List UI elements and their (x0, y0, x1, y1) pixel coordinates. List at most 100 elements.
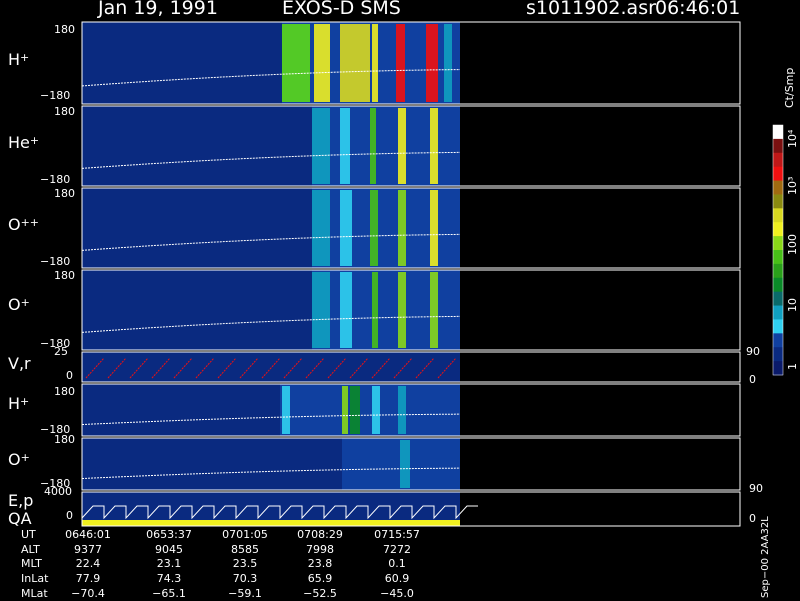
instrument-title: EXOS-D SMS (282, 0, 401, 19)
table-cell: −70.4 (71, 586, 105, 600)
panel-6-band-3 (350, 386, 360, 434)
panel-4-band-5 (430, 272, 438, 348)
colorbar-label-3: 100 (786, 234, 799, 255)
colorbar-segment-6 (773, 194, 783, 209)
panel-1-band-6 (426, 24, 438, 102)
table-cell: 8585 (231, 542, 259, 556)
table-row-name: InLat (21, 572, 49, 586)
table-cell: 0701:05 (222, 528, 268, 541)
table-cell: 0646:01 (65, 528, 111, 541)
table-row-name: MLT (21, 557, 42, 571)
colorbar-segment-1 (773, 125, 783, 140)
panel-2-ymax: 180 (54, 105, 75, 118)
panel-6-band-5 (398, 386, 406, 434)
panel-4-band-1 (312, 272, 330, 348)
footer-code: Sep−00 2AA32L (760, 516, 771, 598)
colorbar-segment-14 (773, 305, 783, 320)
table-cell: 0715:57 (374, 528, 420, 541)
panel-3-band-3 (370, 190, 378, 266)
colorbar-segment-11 (773, 263, 783, 279)
colorbar-segment-2 (773, 138, 783, 154)
panel-3-ymin: −180 (40, 255, 71, 268)
header-time: 06:46:01 (655, 0, 741, 19)
table-cell: 0708:29 (297, 528, 343, 541)
panel-4-band-3 (372, 272, 378, 348)
panel-4-band-2 (340, 272, 352, 348)
colorbar-segment-9 (773, 236, 783, 251)
colorbar-segment-10 (773, 250, 783, 265)
table-row-name: MLat (21, 586, 48, 600)
panel-1-band-4 (372, 24, 378, 102)
panel-7-band-2 (400, 440, 410, 488)
table-cell: −45.0 (380, 586, 414, 600)
table-cell: 0653:37 (146, 528, 192, 541)
table-cell: 77.9 (75, 572, 101, 586)
colorbar-label-2: 10³ (786, 176, 799, 195)
panel-3-band-2 (340, 190, 352, 266)
qa-label: QA (8, 509, 32, 528)
table-cell: 60.9 (384, 572, 410, 586)
panel-5-ymax: 25 (54, 345, 68, 358)
panel-5-label: V,r (8, 354, 31, 373)
panel-1-band-1 (282, 24, 310, 102)
panel-6-activity (280, 384, 460, 436)
table-cell: 23.8 (307, 557, 333, 571)
spectrogram-chart (81, 21, 784, 527)
table-cell: 70.3 (232, 572, 258, 586)
panel-8-ymax: 4000 (44, 485, 72, 498)
panel-8-right-bottom: 0 (749, 512, 756, 525)
panel-7-ymax: 180 (54, 433, 75, 446)
panel-2-band-2 (340, 108, 350, 184)
panel-5-right-top: 90 (746, 345, 760, 358)
panel-7-label: O+ (8, 450, 30, 469)
panel-3-label: O++ (8, 215, 40, 234)
colorbar-label-5: 1 (786, 363, 799, 370)
table-cell: 23.1 (156, 557, 182, 571)
panel-5-bg (82, 352, 460, 382)
panel-1-band-5 (396, 24, 405, 102)
panel-2-band-1 (312, 108, 330, 184)
colorbar-segment-15 (773, 319, 783, 334)
panel-1-ymax: 180 (54, 23, 75, 36)
table-row-name: UT (21, 528, 36, 541)
colorbar-label-1: 10⁴ (786, 129, 799, 148)
table-cell: −65.1 (152, 586, 186, 600)
table-cell: 7998 (306, 542, 334, 556)
colorbar-segment-5 (773, 180, 783, 195)
panel-1-label: H+ (8, 50, 30, 69)
panel-6-band-1 (282, 386, 290, 434)
table-cell: 7272 (383, 542, 411, 556)
panel-8-ymin: 0 (66, 509, 73, 522)
panel-6-ymax: 180 (54, 385, 75, 398)
table-cell: 23.5 (232, 557, 258, 571)
colorbar-segment-7 (773, 208, 783, 223)
panel-3-ymax: 180 (54, 187, 75, 200)
colorbar-segment-17 (773, 347, 783, 362)
table-cell: 9377 (74, 542, 102, 556)
panel-1-band-7 (444, 24, 452, 102)
table-cell: 0.1 (388, 557, 406, 571)
panel-2-band-5 (430, 108, 438, 184)
date-title: Jan 19, 1991 (98, 0, 218, 19)
panel-3-band-4 (398, 190, 406, 266)
panel-2-label: He+ (8, 133, 40, 152)
panel-2-ymin: −180 (40, 173, 71, 186)
colorbar-segment-3 (773, 152, 783, 168)
panel-7-right-bottom: 90 (749, 482, 763, 495)
panel-6-band-4 (372, 386, 380, 434)
panel-2-band-4 (398, 108, 406, 184)
panel-1-band-2 (314, 24, 330, 102)
colorbar-segment-12 (773, 277, 783, 293)
table-cell: −52.5 (303, 586, 337, 600)
table-cell: −59.1 (228, 586, 262, 600)
qa-bar (82, 520, 460, 526)
panel-3-band-5 (430, 190, 438, 266)
panel-6-band-2 (342, 386, 348, 434)
colorbar-label-4: 10 (786, 298, 799, 312)
colorbar-segment-16 (773, 333, 783, 348)
table-cell: 65.9 (307, 572, 333, 586)
table-cell: 22.4 (75, 557, 101, 571)
colorbar-segment-4 (773, 166, 783, 182)
panel-2-band-3 (370, 108, 376, 184)
panel-4-ymax: 180 (54, 269, 75, 282)
